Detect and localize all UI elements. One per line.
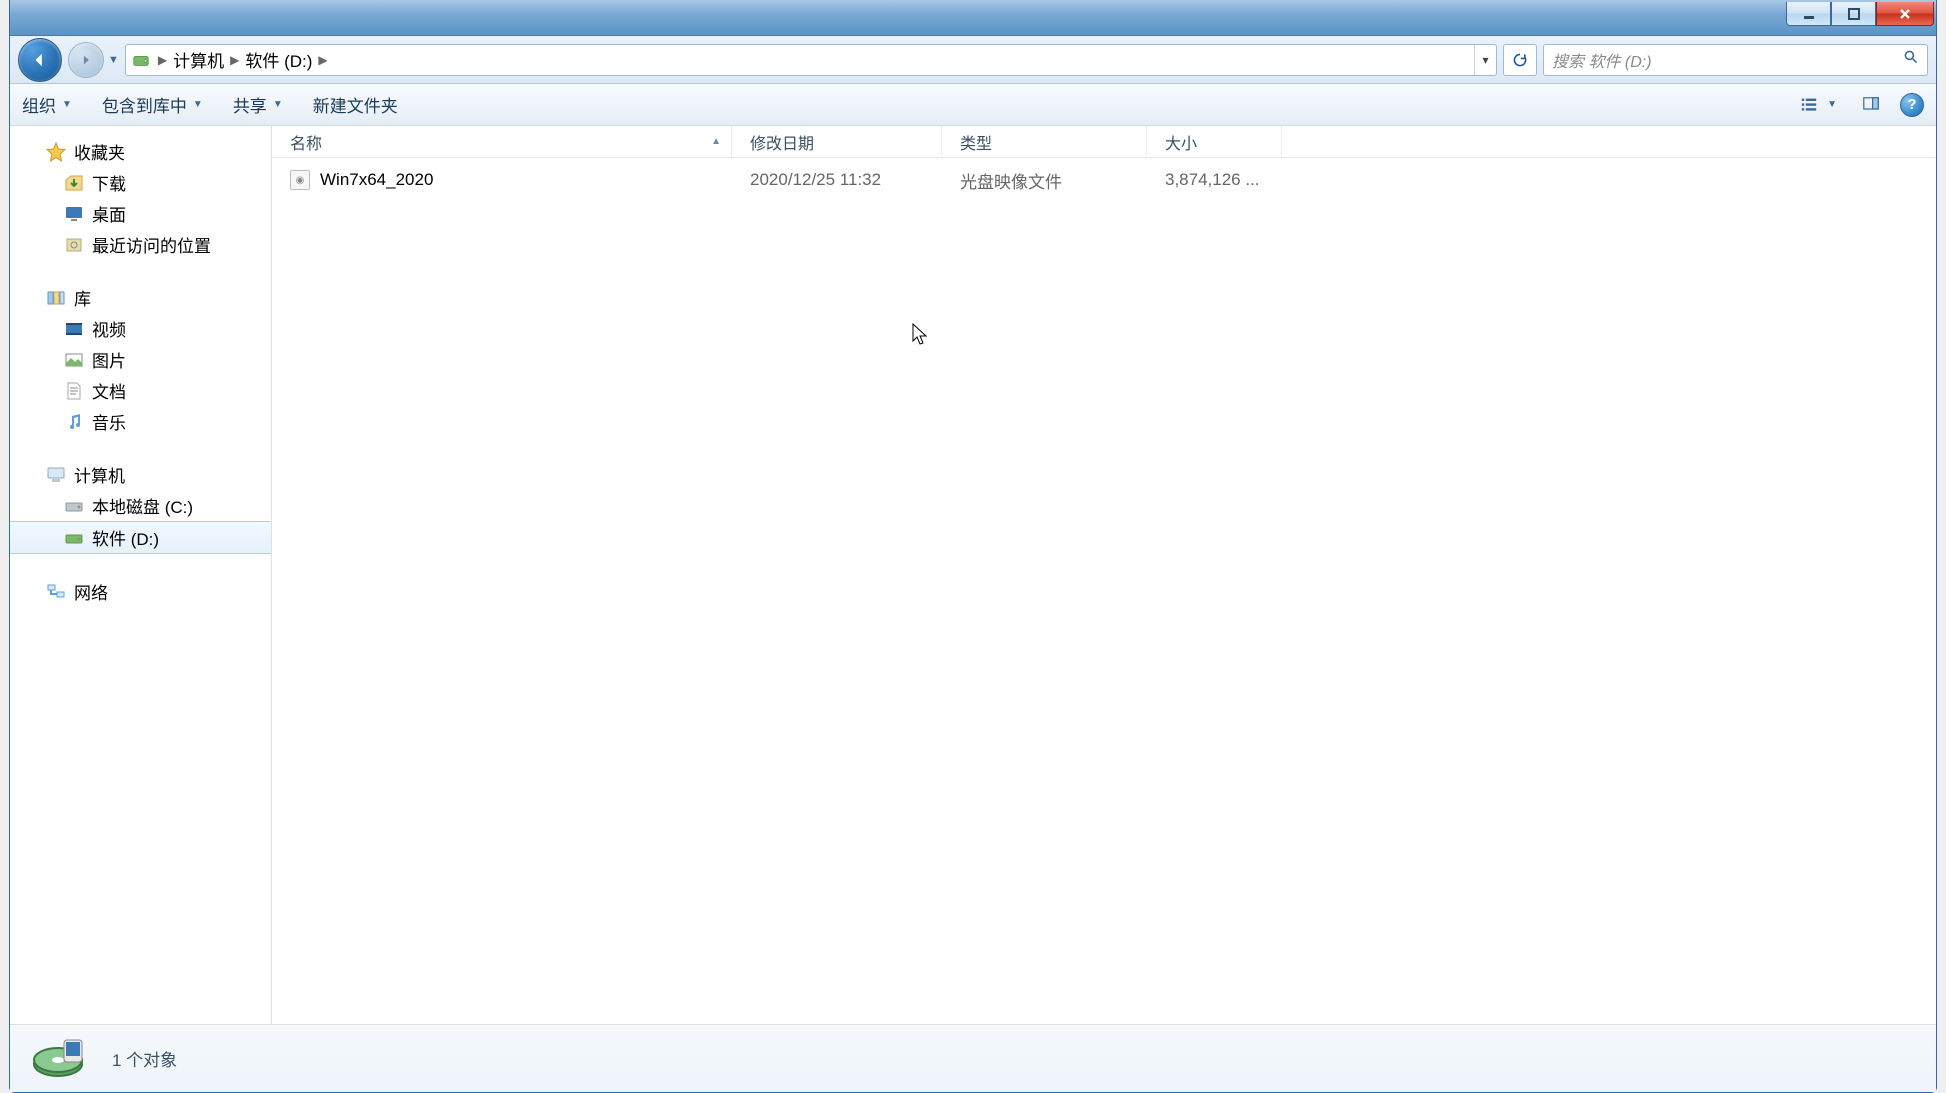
documents-icon [64, 381, 84, 401]
breadcrumb-drive-d[interactable]: 软件 (D:) [241, 47, 316, 72]
drive-icon [132, 51, 150, 69]
list-view-icon [1799, 97, 1819, 113]
command-bar: 组织▼ 包含到库中▼ 共享▼ 新建文件夹 ▼ [10, 84, 1936, 126]
sidebar-item-documents[interactable]: 文档 [10, 375, 271, 406]
sidebar-item-downloads[interactable]: 下载 [10, 167, 271, 198]
file-list[interactable]: Win7x64_2020 2020/12/25 11:32 光盘映像文件 3,8… [272, 158, 1936, 1024]
sidebar-item-libraries[interactable]: 库 [10, 282, 271, 313]
close-button[interactable] [1876, 2, 1934, 26]
sidebar-item-computer[interactable]: 计算机 [10, 459, 271, 490]
chevron-down-icon: ▼ [273, 99, 283, 110]
explorer-body: 收藏夹 下载 桌面 最近访问的位置 库 [10, 126, 1936, 1024]
breadcrumb-sep-icon: ▶ [230, 53, 239, 67]
star-icon [46, 142, 66, 162]
sidebar-item-recent[interactable]: 最近访问的位置 [10, 229, 271, 260]
address-dropdown[interactable]: ▾ [1474, 45, 1496, 75]
pictures-icon [64, 350, 84, 370]
back-button[interactable] [18, 38, 62, 82]
maximize-button[interactable] [1831, 2, 1876, 26]
sidebar-item-pictures[interactable]: 图片 [10, 344, 271, 375]
file-type: 光盘映像文件 [960, 168, 1062, 193]
column-header-name[interactable]: 名称 ▲ [272, 126, 732, 157]
drive-icon [64, 528, 84, 548]
recent-icon [64, 235, 84, 255]
forward-button[interactable] [68, 42, 104, 78]
title-bar [10, 0, 1936, 36]
libraries-icon [46, 288, 66, 308]
preview-pane-icon [1861, 97, 1881, 113]
refresh-button[interactable] [1503, 44, 1537, 76]
chevron-down-icon: ▼ [1827, 99, 1837, 110]
sort-asc-icon: ▲ [711, 136, 721, 147]
navigation-pane: 收藏夹 下载 桌面 最近访问的位置 库 [10, 126, 272, 1024]
share-menu[interactable]: 共享▼ [233, 92, 283, 117]
computer-icon [46, 465, 66, 485]
status-text: 1 个对象 [112, 1046, 177, 1071]
chevron-down-icon: ▼ [62, 99, 72, 110]
view-mode-button[interactable]: ▼ [1794, 91, 1842, 119]
drive-icon [64, 496, 84, 516]
drive-large-icon [30, 1034, 88, 1084]
file-row[interactable]: Win7x64_2020 2020/12/25 11:32 光盘映像文件 3,8… [272, 164, 1936, 196]
help-button[interactable]: ? [1900, 93, 1924, 117]
search-placeholder: 搜索 软件 (D:) [1552, 48, 1652, 72]
status-bar: 1 个对象 [10, 1024, 1936, 1092]
search-input[interactable]: 搜索 软件 (D:) [1543, 44, 1928, 76]
file-list-pane: 名称 ▲ 修改日期 类型 大小 Win7x64_2020 2020/12/25 … [272, 126, 1936, 1024]
address-bar[interactable]: ▶ 计算机 ▶ 软件 (D:) ▶ ▾ [125, 44, 1497, 76]
sidebar-item-desktop[interactable]: 桌面 [10, 198, 271, 229]
column-header-type[interactable]: 类型 [942, 126, 1147, 157]
music-icon [64, 412, 84, 432]
sidebar-item-music[interactable]: 音乐 [10, 406, 271, 437]
breadcrumb-sep-icon: ▶ [158, 53, 167, 67]
downloads-icon [64, 173, 84, 193]
videos-icon [64, 319, 84, 339]
search-icon [1903, 49, 1919, 70]
include-in-library-menu[interactable]: 包含到库中▼ [102, 92, 203, 117]
sidebar-group-libraries: 库 视频 图片 文档 音乐 [10, 282, 271, 437]
sidebar-group-computer: 计算机 本地磁盘 (C:) 软件 (D:) [10, 459, 271, 554]
new-folder-button[interactable]: 新建文件夹 [313, 92, 398, 117]
sidebar-item-videos[interactable]: 视频 [10, 313, 271, 344]
address-bar-row: ▼ ▶ 计算机 ▶ 软件 (D:) ▶ ▾ 搜索 软件 (D:) [10, 36, 1936, 84]
preview-pane-button[interactable] [1856, 91, 1886, 119]
sidebar-group-network: 网络 [10, 576, 271, 607]
breadcrumb-sep-icon: ▶ [318, 53, 327, 67]
column-header-date[interactable]: 修改日期 [732, 126, 942, 157]
breadcrumb-computer[interactable]: 计算机 [169, 47, 228, 72]
sidebar-item-network[interactable]: 网络 [10, 576, 271, 607]
window-controls [1786, 2, 1934, 26]
column-header-size[interactable]: 大小 [1147, 126, 1282, 157]
mouse-cursor [912, 323, 930, 347]
organize-menu[interactable]: 组织▼ [22, 92, 72, 117]
desktop-icon [64, 204, 84, 224]
sidebar-item-drive-c[interactable]: 本地磁盘 (C:) [10, 490, 271, 521]
column-headers: 名称 ▲ 修改日期 类型 大小 [272, 126, 1936, 158]
chevron-down-icon: ▼ [193, 99, 203, 110]
file-name: Win7x64_2020 [320, 170, 433, 190]
iso-file-icon [290, 170, 310, 190]
minimize-button[interactable] [1786, 2, 1831, 26]
sidebar-item-drive-d[interactable]: 软件 (D:) [10, 521, 271, 554]
file-date: 2020/12/25 11:32 [750, 170, 881, 190]
nav-history-dropdown[interactable]: ▼ [108, 54, 119, 66]
sidebar-item-favorites[interactable]: 收藏夹 [10, 136, 271, 167]
explorer-window: ▼ ▶ 计算机 ▶ 软件 (D:) ▶ ▾ 搜索 软件 (D:) 组织▼ [9, 0, 1937, 1093]
network-icon [46, 582, 66, 602]
toolbar-right: ▼ ? [1794, 91, 1924, 119]
file-size: 3,874,126 ... [1165, 170, 1260, 190]
sidebar-group-favorites: 收藏夹 下载 桌面 最近访问的位置 [10, 136, 271, 260]
